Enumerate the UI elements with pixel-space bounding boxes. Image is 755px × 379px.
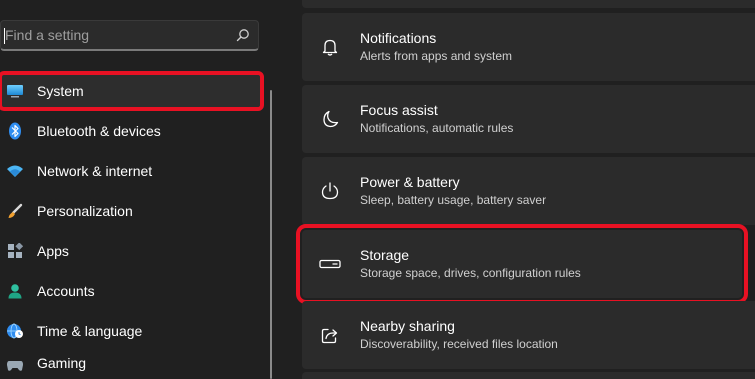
share-icon bbox=[319, 324, 341, 346]
sidebar-item-gaming[interactable]: Gaming bbox=[0, 353, 262, 373]
bell-icon bbox=[319, 36, 341, 58]
sidebar-nav: System Bluetooth & devices Network & int… bbox=[0, 71, 264, 377]
card-title: Nearby sharing bbox=[360, 318, 455, 334]
sidebar-item-system[interactable]: System bbox=[0, 71, 264, 111]
sidebar-item-label: System bbox=[37, 83, 84, 99]
bluetooth-icon bbox=[2, 121, 28, 141]
sidebar-item-apps[interactable]: Apps bbox=[0, 233, 262, 269]
partial-settings-card[interactable] bbox=[302, 0, 755, 8]
card-description: Discoverability, received files location bbox=[360, 337, 558, 351]
card-description: Storage space, drives, configuration rul… bbox=[360, 266, 581, 280]
sidebar-item-label: Bluetooth & devices bbox=[37, 123, 161, 139]
settings-window: System Bluetooth & devices Network & int… bbox=[0, 0, 755, 379]
power-icon bbox=[319, 180, 341, 202]
card-title: Power & battery bbox=[360, 174, 460, 190]
sidebar-item-accounts[interactable]: Accounts bbox=[0, 273, 262, 309]
wifi-icon bbox=[2, 161, 28, 181]
gamepad-icon bbox=[2, 355, 28, 373]
sidebar-item-label: Personalization bbox=[37, 203, 133, 219]
monitor-icon bbox=[2, 81, 28, 101]
globe-clock-icon bbox=[2, 321, 28, 341]
settings-card-focus-assist[interactable]: Focus assist Notifications, automatic ru… bbox=[302, 85, 755, 153]
sidebar-item-label: Time & language bbox=[37, 323, 143, 339]
sidebar-item-label: Apps bbox=[37, 243, 69, 259]
card-title: Storage bbox=[360, 247, 410, 263]
person-icon bbox=[2, 281, 28, 301]
apps-icon bbox=[2, 241, 28, 261]
sidebar-item-bluetooth-devices[interactable]: Bluetooth & devices bbox=[0, 113, 262, 149]
paintbrush-icon bbox=[2, 201, 28, 221]
sidebar-item-label: Gaming bbox=[37, 355, 87, 371]
card-description: Alerts from apps and system bbox=[360, 49, 513, 63]
search-box[interactable] bbox=[0, 20, 259, 51]
settings-card-storage[interactable]: Storage Storage space, drives, configura… bbox=[296, 224, 748, 304]
card-description: Sleep, battery usage, battery saver bbox=[360, 193, 547, 207]
moon-icon bbox=[319, 108, 341, 130]
card-description: Notifications, automatic rules bbox=[360, 121, 514, 135]
sidebar-scrollbar[interactable] bbox=[270, 90, 272, 379]
sidebar-item-time-language[interactable]: Time & language bbox=[0, 313, 262, 349]
settings-card-power-battery[interactable]: Power & battery Sleep, battery usage, ba… bbox=[302, 157, 755, 225]
search-input[interactable] bbox=[1, 21, 228, 49]
card-title: Focus assist bbox=[360, 102, 438, 118]
search-icon[interactable] bbox=[228, 20, 258, 50]
text-caret bbox=[4, 28, 5, 44]
sidebar-item-label: Accounts bbox=[37, 283, 95, 299]
sidebar-item-label: Network & internet bbox=[37, 163, 153, 179]
card-title: Notifications bbox=[360, 30, 437, 46]
settings-card-nearby-sharing[interactable]: Nearby sharing Discoverability, received… bbox=[302, 301, 755, 369]
storage-drive-icon bbox=[319, 253, 341, 275]
sidebar-item-network-internet[interactable]: Network & internet bbox=[0, 153, 262, 189]
settings-card-notifications[interactable]: Notifications Alerts from apps and syste… bbox=[302, 13, 755, 81]
partial-settings-card[interactable] bbox=[302, 372, 755, 379]
sidebar-item-personalization[interactable]: Personalization bbox=[0, 193, 262, 229]
